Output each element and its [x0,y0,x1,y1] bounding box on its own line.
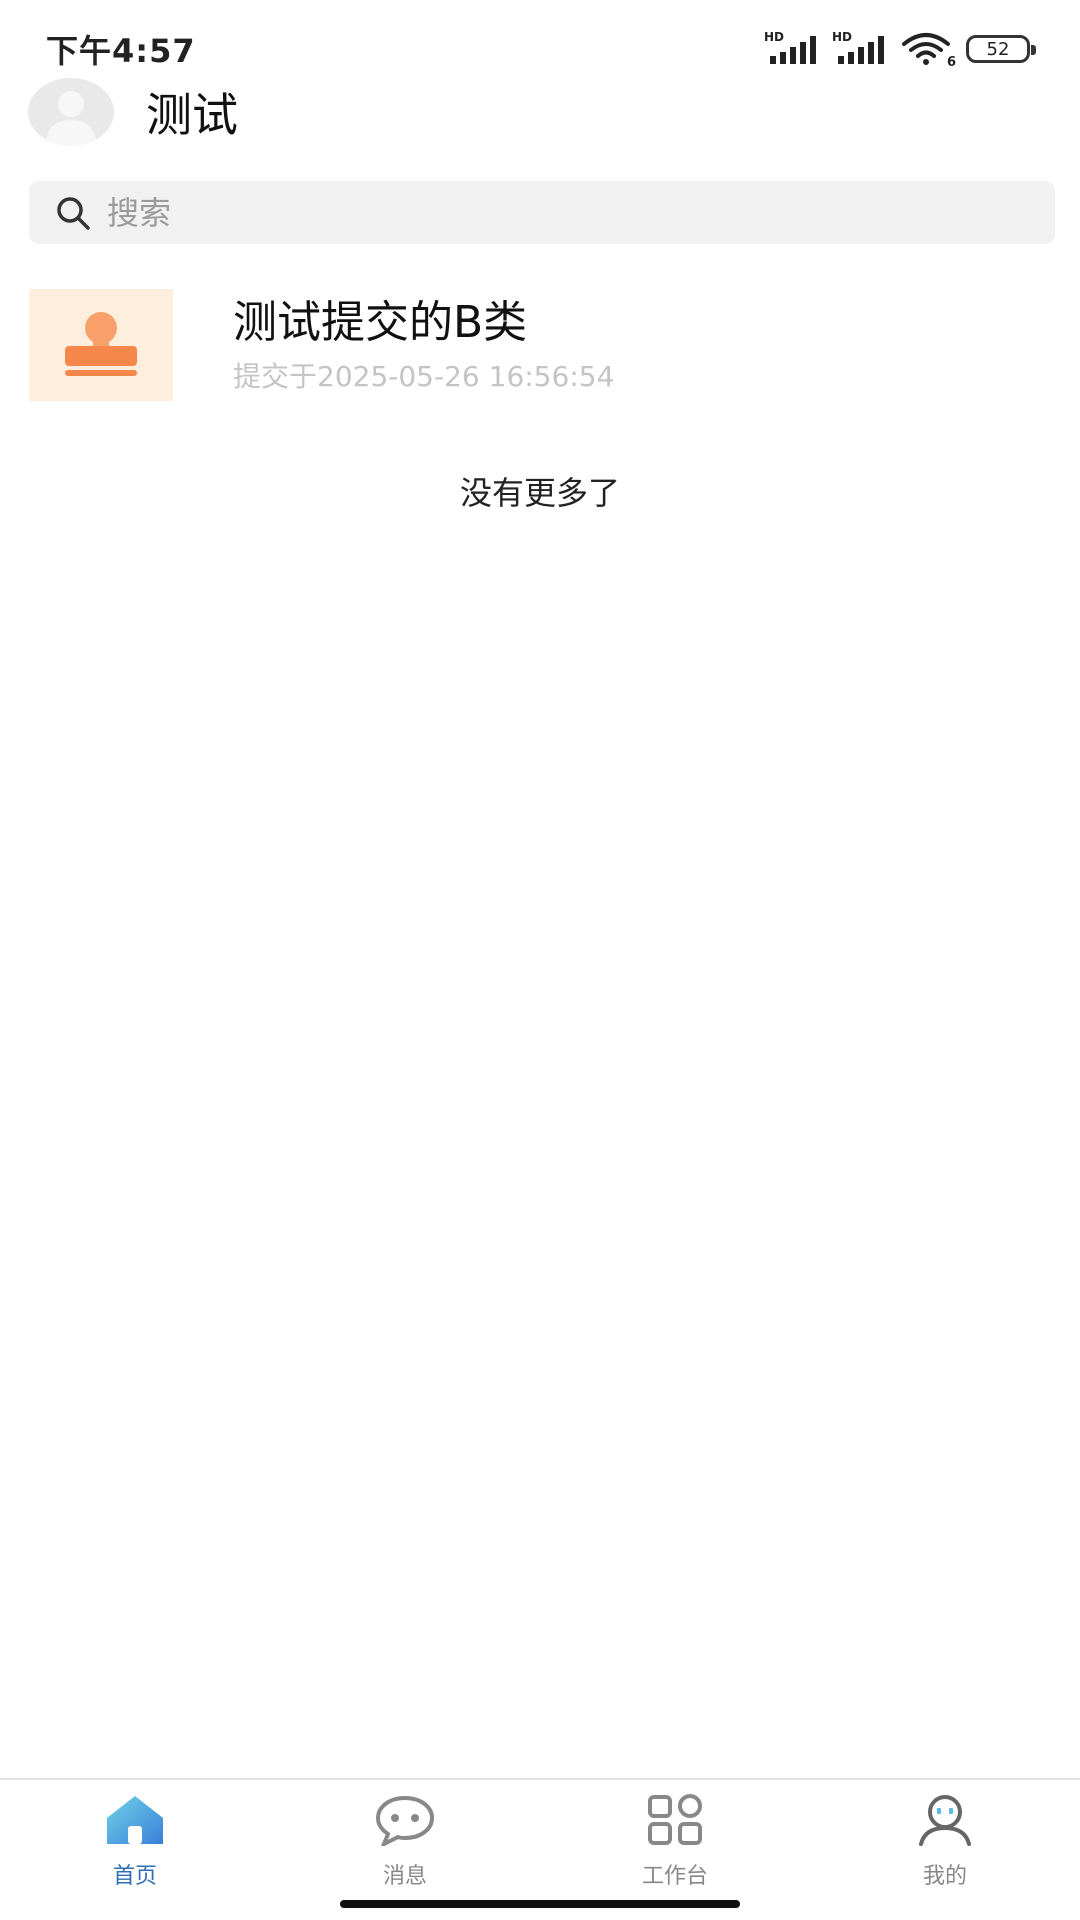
status-icons: HD HD 6 52 [764,30,1036,70]
home-indicator[interactable] [340,1900,740,1908]
nav-label-workbench: 工作台 [641,1864,708,1889]
wifi-label: 6 [946,55,956,70]
nav-label-messages: 消息 [382,1864,427,1889]
item-thumbnail [29,289,173,401]
cellular-signal-icon: HD [764,30,818,66]
nav-item-workbench[interactable]: 工作台 [540,1780,810,1920]
nav-item-profile[interactable]: 我的 [810,1780,1080,1920]
workbench-icon [643,1792,707,1848]
item-subtitle: 提交于2025-05-26 16:56:54 [233,360,615,393]
status-bar: 下午4:57 HD HD 6 52 [0,0,1080,80]
nav-label-home: 首页 [112,1864,157,1889]
profile-icon [913,1792,977,1848]
header: 测试 [28,78,238,146]
battery-level: 52 [986,38,1010,60]
nav-item-messages[interactable]: 消息 [270,1780,540,1920]
nav-label-profile: 我的 [922,1864,967,1889]
cellular-signal-icon-2: HD [832,30,886,66]
stamp-icon [65,312,137,376]
message-icon [373,1792,437,1848]
item-text: 测试提交的B类 提交于2025-05-26 16:56:54 [233,295,614,395]
search-icon [57,196,90,230]
status-time: 下午4:57 [46,32,196,70]
bottom-nav: 首页 消息 工作台 我的 [0,1778,1080,1920]
nav-item-home[interactable]: 首页 [0,1780,270,1920]
page-title: 测试 [146,88,238,142]
avatar[interactable] [28,78,114,146]
battery-icon: 52 [966,35,1036,63]
search-bar[interactable] [29,181,1055,244]
screen: 下午4:57 HD HD 6 52 测试 搜索 测试提交的B类 提交于2025-… [0,0,1080,1920]
list-end-text: 没有更多了 [459,474,620,512]
item-title: 测试提交的B类 [233,297,528,348]
home-icon [103,1792,167,1848]
wifi-icon: 6 [900,32,956,70]
list-item[interactable]: 测试提交的B类 提交于2025-05-26 16:56:54 [29,289,1055,401]
avatar-placeholder-icon [46,91,96,146]
search-input[interactable] [107,193,1007,232]
